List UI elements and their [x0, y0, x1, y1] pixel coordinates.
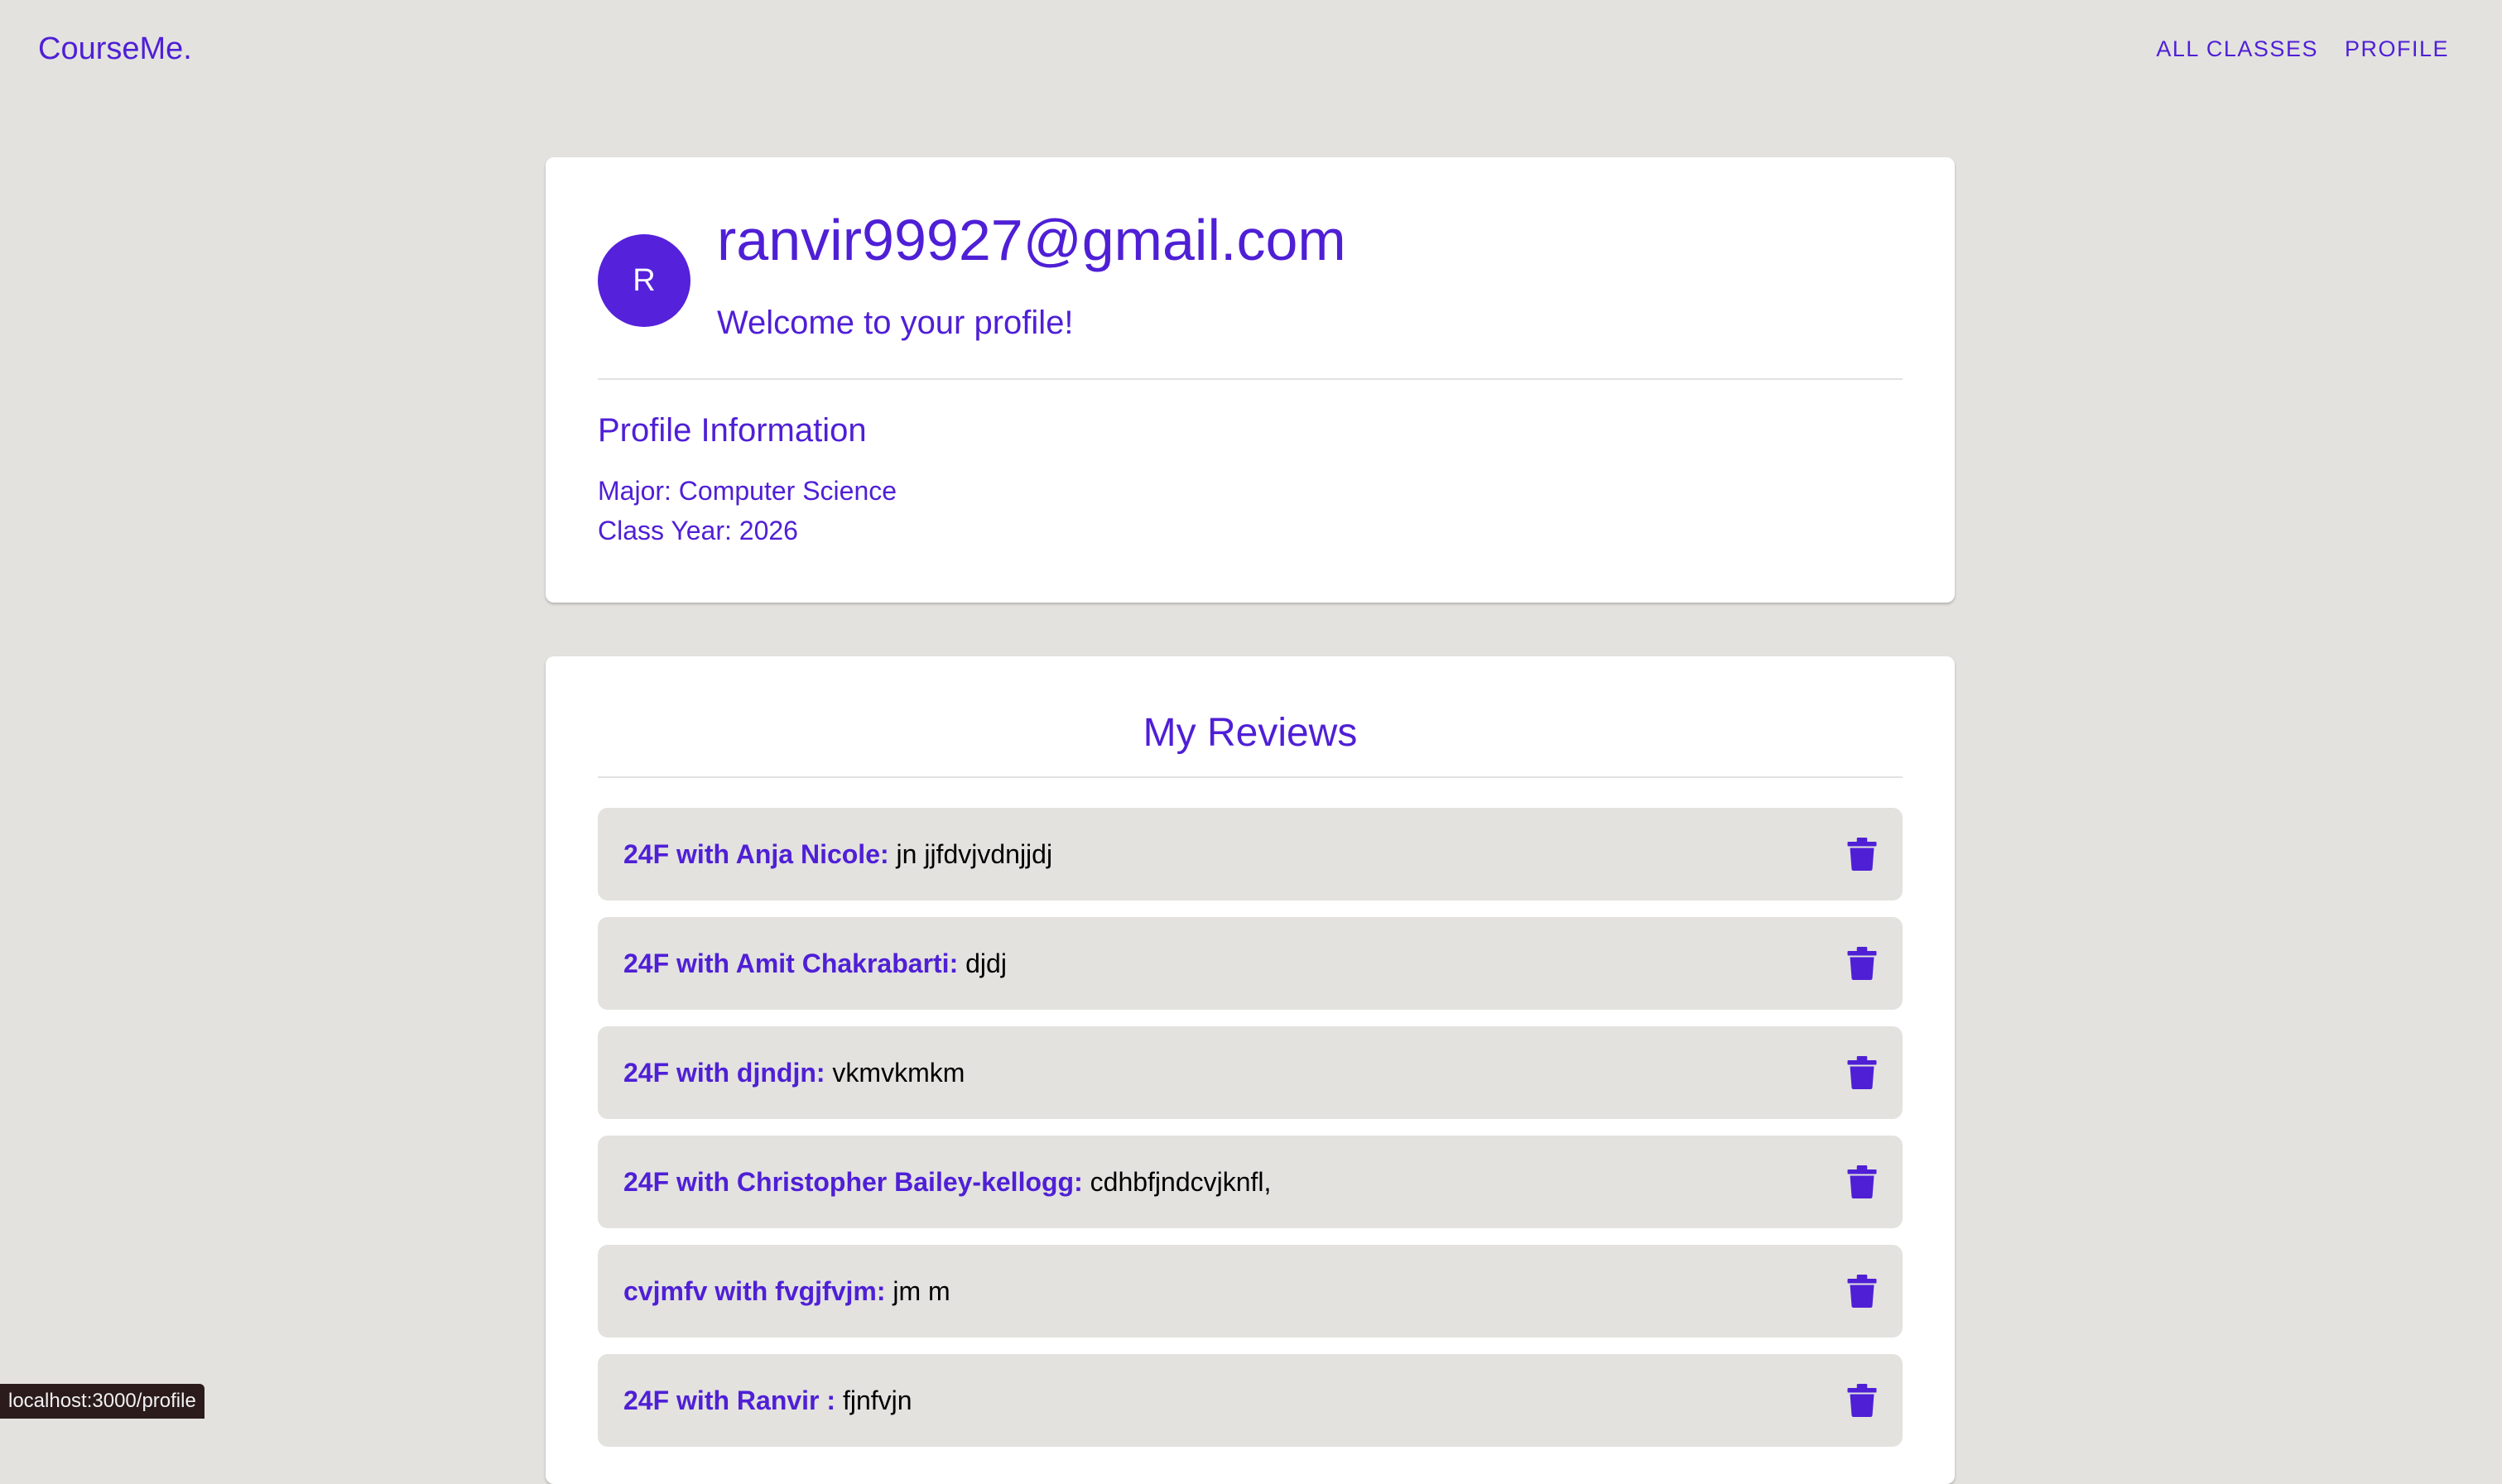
- review-item: 24F with djndjn: vkmvkmkm: [598, 1026, 1903, 1119]
- profile-class-year: Class Year: 2026: [598, 516, 798, 545]
- trash-icon[interactable]: [1847, 947, 1877, 980]
- review-label: 24F with djndjn:: [623, 1057, 825, 1088]
- trash-icon[interactable]: [1847, 838, 1877, 871]
- review-item: cvjmfv with fvgjfvjm: jm m: [598, 1245, 1903, 1338]
- trash-icon[interactable]: [1847, 1275, 1877, 1308]
- profile-email: ranvir99927@gmail.com: [717, 208, 1346, 272]
- review-body: fjnfvjn: [835, 1385, 912, 1415]
- reviews-card: My Reviews 24F with Anja Nicole: jn jjfd…: [546, 656, 1955, 1484]
- review-label: 24F with Christopher Bailey-kellogg:: [623, 1166, 1083, 1197]
- review-text: 24F with djndjn: vkmvkmkm: [623, 1058, 965, 1088]
- review-label: cvjmfv with fvgjfvjm:: [623, 1275, 886, 1306]
- status-bar-url: localhost:3000/profile: [0, 1384, 204, 1419]
- reviews-title: My Reviews: [1143, 711, 1358, 755]
- nav-link-profile[interactable]: PROFILE: [2345, 36, 2449, 62]
- review-label: 24F with Ranvir :: [623, 1385, 836, 1415]
- review-text: 24F with Anja Nicole: jn jjfdvjvdnjjdj: [623, 839, 1052, 870]
- trash-icon[interactable]: [1847, 1056, 1877, 1089]
- profile-card: R ranvir99927@gmail.com Welcome to your …: [546, 157, 1955, 603]
- top-navbar: CourseMe. ALL CLASSES PROFILE: [0, 0, 2502, 103]
- profile-info-heading: Profile Information: [598, 412, 867, 449]
- avatar: R: [598, 234, 690, 327]
- review-body: jn jjfdvjvdnjjdj: [888, 838, 1053, 869]
- review-text: cvjmfv with fvgjfvjm: jm m: [623, 1276, 950, 1307]
- review-body: vkmvkmkm: [825, 1057, 965, 1088]
- nav-links: ALL CLASSES PROFILE: [2156, 36, 2449, 62]
- trash-icon[interactable]: [1847, 1165, 1877, 1198]
- trash-icon[interactable]: [1847, 1384, 1877, 1417]
- profile-major: Major: Computer Science: [598, 476, 897, 506]
- review-body: jm m: [885, 1275, 950, 1306]
- review-item: 24F with Christopher Bailey-kellogg: cdh…: [598, 1136, 1903, 1228]
- profile-divider: [598, 378, 1903, 380]
- review-item: 24F with Amit Chakrabarti: djdj: [598, 917, 1903, 1010]
- review-text: 24F with Ranvir : fjnfvjn: [623, 1386, 912, 1416]
- review-item: 24F with Anja Nicole: jn jjfdvjvdnjjdj: [598, 808, 1903, 900]
- review-label: 24F with Anja Nicole:: [623, 838, 889, 869]
- reviews-divider: [598, 776, 1903, 778]
- review-label: 24F with Amit Chakrabarti:: [623, 948, 959, 978]
- brand-logo[interactable]: CourseMe.: [38, 31, 192, 67]
- nav-link-all-classes[interactable]: ALL CLASSES: [2156, 36, 2318, 62]
- review-body: djdj: [958, 948, 1007, 978]
- review-body: cdhbfjndcvjknfl,: [1082, 1166, 1272, 1197]
- review-text: 24F with Christopher Bailey-kellogg: cdh…: [623, 1167, 1271, 1198]
- review-item: 24F with Ranvir : fjnfvjn: [598, 1354, 1903, 1447]
- review-text: 24F with Amit Chakrabarti: djdj: [623, 949, 1007, 979]
- review-list: 24F with Anja Nicole: jn jjfdvjvdnjjdj 2…: [598, 808, 1903, 1463]
- welcome-message: Welcome to your profile!: [717, 305, 1074, 341]
